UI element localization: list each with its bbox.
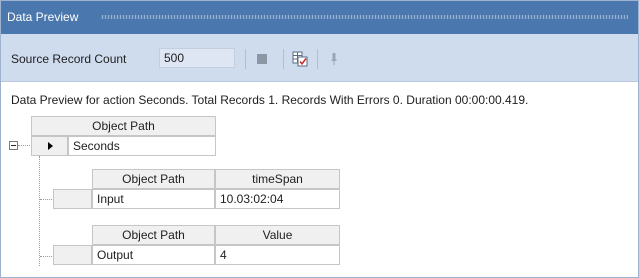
child2-header-value[interactable]: Value	[215, 225, 340, 245]
toolbar-separator	[245, 49, 246, 69]
root-row-cell[interactable]: Seconds	[68, 136, 216, 156]
tree-connector	[40, 256, 52, 257]
tree-connector	[18, 145, 30, 146]
child2-value-cell[interactable]: 4	[215, 245, 340, 265]
pin-button[interactable]	[324, 48, 346, 70]
row-selector[interactable]	[31, 136, 68, 156]
source-record-count-label: Source Record Count	[11, 52, 127, 66]
data-preview-panel: Data Preview Source Record Count 500 Dat…	[0, 0, 639, 278]
child1-header-timespan[interactable]: timeSpan	[215, 169, 340, 189]
current-row-arrow-icon	[48, 142, 53, 150]
toolbar: Source Record Count	[1, 34, 638, 82]
child1-header-object-path[interactable]: Object Path	[92, 169, 215, 189]
minus-glyph	[11, 145, 16, 146]
preview-status-text: Data Preview for action Seconds. Total R…	[11, 93, 529, 107]
collapse-toggle-icon[interactable]	[9, 141, 18, 150]
pin-icon	[331, 53, 337, 65]
title-bar-grip[interactable]	[101, 15, 628, 19]
tree-connector	[40, 199, 52, 200]
toolbar-separator	[283, 49, 284, 69]
source-record-count-input[interactable]	[159, 48, 235, 68]
stop-button[interactable]	[251, 48, 273, 70]
preview-grid-icon	[292, 51, 308, 67]
panel-title: Data Preview	[7, 10, 79, 24]
child1-timespan-cell[interactable]: 10.03:02:04	[215, 189, 340, 209]
panel-title-bar[interactable]: Data Preview	[1, 1, 638, 34]
child1-row-selector[interactable]	[53, 189, 92, 209]
tree-branch-line	[39, 156, 40, 266]
toolbar-separator	[317, 49, 318, 69]
child2-header-object-path[interactable]: Object Path	[92, 225, 215, 245]
preview-grid-button[interactable]	[289, 48, 311, 70]
stop-icon	[257, 54, 267, 64]
child2-object-path-cell[interactable]: Output	[92, 245, 215, 265]
child1-object-path-cell[interactable]: Input	[92, 189, 215, 209]
root-column-header[interactable]: Object Path	[31, 116, 216, 136]
preview-grid: Object Path Seconds Object Path timeSpan…	[1, 111, 638, 277]
child2-row-selector[interactable]	[53, 245, 92, 265]
